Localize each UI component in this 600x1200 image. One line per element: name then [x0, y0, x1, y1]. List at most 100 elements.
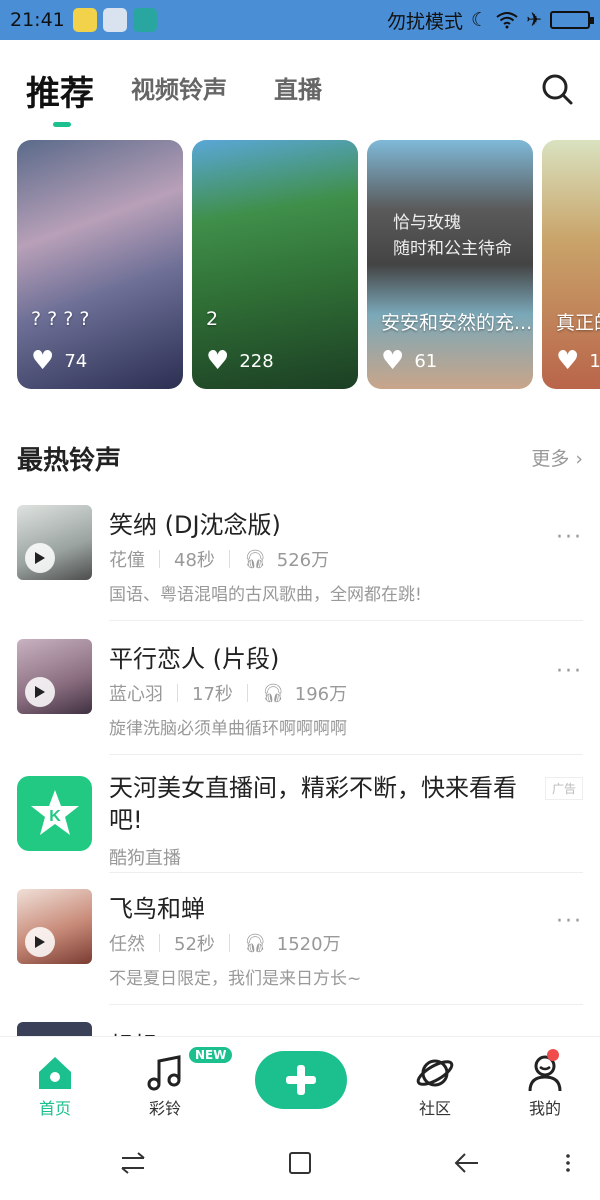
song-meta: 蓝心羽 17秒 🎧︎ 196万: [109, 680, 347, 706]
section-title: 最热铃声: [17, 446, 122, 476]
video-card[interactable]: 恰与玫瑰 随时和公主待命 安安和安然的充... ♥ 61: [367, 140, 533, 389]
song-meta: 任然 52秒 🎧︎ 1520万: [109, 930, 341, 956]
video-card-title: 安安和安然的充...: [381, 312, 533, 334]
play-count: 196万: [294, 684, 348, 705]
more-options-icon[interactable]: ···: [556, 909, 583, 934]
song-duration: 48秒: [174, 550, 215, 571]
list-item[interactable]: 飞鸟和蝉 任然 52秒 🎧︎ 1520万 不是夏日限定，我们是来日方长~ ···: [17, 889, 583, 999]
home-icon: [39, 1057, 71, 1089]
play-icon[interactable]: [25, 677, 55, 707]
nav-community[interactable]: 社区: [395, 1037, 475, 1127]
active-tab-indicator: [53, 122, 71, 127]
video-card-overlay-text: 恰与玫瑰 随时和公主待命: [393, 213, 512, 259]
nav-profile[interactable]: 我的: [505, 1037, 585, 1127]
like-count: 61: [414, 350, 438, 372]
video-card-title: 2: [206, 308, 219, 330]
chevron-right-icon: ›: [575, 448, 583, 470]
ad-item[interactable]: K 天河美女直播间，精彩不断，快来看看吧! 广告 酷狗直播: [17, 772, 583, 869]
top-nav: 推荐 视频铃声 直播: [0, 40, 600, 135]
nav-ringback-label: 彩铃: [148, 1099, 181, 1118]
song-artist: 花僮: [109, 550, 145, 571]
song-artist: 蓝心羽: [109, 684, 163, 705]
divider: [109, 754, 583, 755]
ad-badge: 广告: [544, 777, 583, 800]
nav-home[interactable]: 首页: [15, 1037, 95, 1127]
nav-community-label: 社区: [418, 1099, 451, 1118]
dnd-label: 勿扰模式: [387, 10, 464, 33]
svg-text:K: K: [49, 808, 61, 825]
search-icon[interactable]: [540, 72, 574, 106]
list-item[interactable]: 想想: [17, 1022, 583, 1036]
kugou-live-app-icon: K: [17, 776, 92, 851]
menu-icon[interactable]: [553, 1148, 583, 1178]
hot-ringtones-header: 最热铃声 更多 ›: [17, 440, 583, 480]
home-square-icon[interactable]: [285, 1148, 315, 1178]
song-description: 旋律洗脑必须单曲循环啊啊啊啊: [109, 719, 347, 739]
tab-recommend[interactable]: 推荐: [26, 66, 94, 115]
play-icon[interactable]: [25, 927, 55, 957]
song-thumbnail: [17, 639, 92, 714]
heart-icon: ♥: [206, 346, 230, 376]
song-description: 国语、粤语混唱的古风歌曲，全网都在跳!: [109, 585, 422, 605]
plus-icon: [286, 1065, 316, 1095]
play-count: 526万: [276, 550, 330, 571]
video-card-carousel[interactable]: ? ? ? ? ♥ 74 2 ♥ 228 恰与玫瑰 随时和公主待命 安安和安然的…: [17, 140, 600, 390]
new-badge: NEW: [189, 1047, 233, 1063]
video-card-likes: ♥ 228: [206, 346, 274, 376]
video-card-title: ? ? ? ?: [31, 308, 90, 330]
more-label: 更多: [531, 448, 570, 470]
video-card[interactable]: ? ? ? ? ♥ 74: [17, 140, 183, 389]
song-name: 笑纳 (DJ沈念版): [109, 511, 281, 539]
like-count: 1: [589, 350, 600, 372]
status-bar: 21:41 勿扰模式 ☾ ✈: [0, 0, 600, 40]
video-card-title: 真正的: [556, 312, 600, 334]
divider: [109, 872, 583, 873]
more-link[interactable]: 更多 ›: [531, 444, 583, 471]
song-name: 平行恋人 (片段): [109, 645, 280, 673]
usb-icon: [132, 8, 157, 32]
headphones-icon: 🎧︎: [243, 932, 267, 954]
video-card-likes: ♥ 1: [556, 346, 600, 376]
moon-icon: ☾: [471, 9, 489, 31]
list-item[interactable]: 笑纳 (DJ沈念版) 花僮 48秒 🎧︎ 526万 国语、粤语混唱的古风歌曲，全…: [17, 505, 583, 615]
like-count: 228: [239, 350, 274, 372]
wifi-icon: [496, 12, 518, 29]
nav-home-label: 首页: [38, 1099, 71, 1118]
music-note-icon: [147, 1055, 181, 1091]
bottom-nav: 首页 彩铃 NEW 社区 我的: [0, 1036, 600, 1126]
play-icon[interactable]: [25, 543, 55, 573]
song-thumbnail: [17, 889, 92, 964]
song-description: 不是夏日限定，我们是来日方长~: [109, 969, 362, 989]
back-icon[interactable]: [452, 1148, 482, 1178]
headphones-icon: 🎧︎: [243, 548, 267, 570]
create-button[interactable]: [255, 1051, 347, 1109]
song-meta: 花僮 48秒 🎧︎ 526万: [109, 546, 329, 572]
song-name: 想想: [109, 1026, 157, 1036]
tab-video-ringtones[interactable]: 视频铃声: [131, 70, 227, 105]
list-item[interactable]: 平行恋人 (片段) 蓝心羽 17秒 🎧︎ 196万 旋律洗脑必须单曲循环啊啊啊啊…: [17, 639, 583, 749]
app-notification-icon: [72, 8, 97, 32]
headphones-icon: 🎧︎: [261, 682, 285, 704]
cleaner-notification-icon: [102, 8, 127, 32]
song-thumbnail: [17, 1022, 92, 1036]
status-time: 21:41: [10, 9, 65, 31]
switch-apps-icon[interactable]: [118, 1148, 148, 1178]
divider: [109, 620, 583, 621]
airplane-icon: ✈: [526, 9, 542, 31]
more-options-icon[interactable]: ···: [556, 525, 583, 550]
ad-source: 酷狗直播: [109, 848, 181, 869]
tab-live[interactable]: 直播: [274, 70, 322, 105]
nav-profile-label: 我的: [528, 1099, 561, 1118]
video-card[interactable]: 2 ♥ 228: [192, 140, 358, 389]
heart-icon: ♥: [31, 346, 55, 376]
song-duration: 52秒: [174, 934, 215, 955]
divider: [109, 1004, 583, 1005]
like-count: 74: [64, 350, 88, 372]
planet-icon: [416, 1059, 454, 1087]
video-card-likes: ♥ 74: [31, 346, 87, 376]
notification-dot: [547, 1049, 559, 1061]
profile-icon: [528, 1055, 562, 1092]
video-card[interactable]: 真正的 ♥ 1: [542, 140, 600, 389]
ad-title: 天河美女直播间，精彩不断，快来看看吧!: [109, 774, 517, 834]
more-options-icon[interactable]: ···: [556, 659, 583, 684]
